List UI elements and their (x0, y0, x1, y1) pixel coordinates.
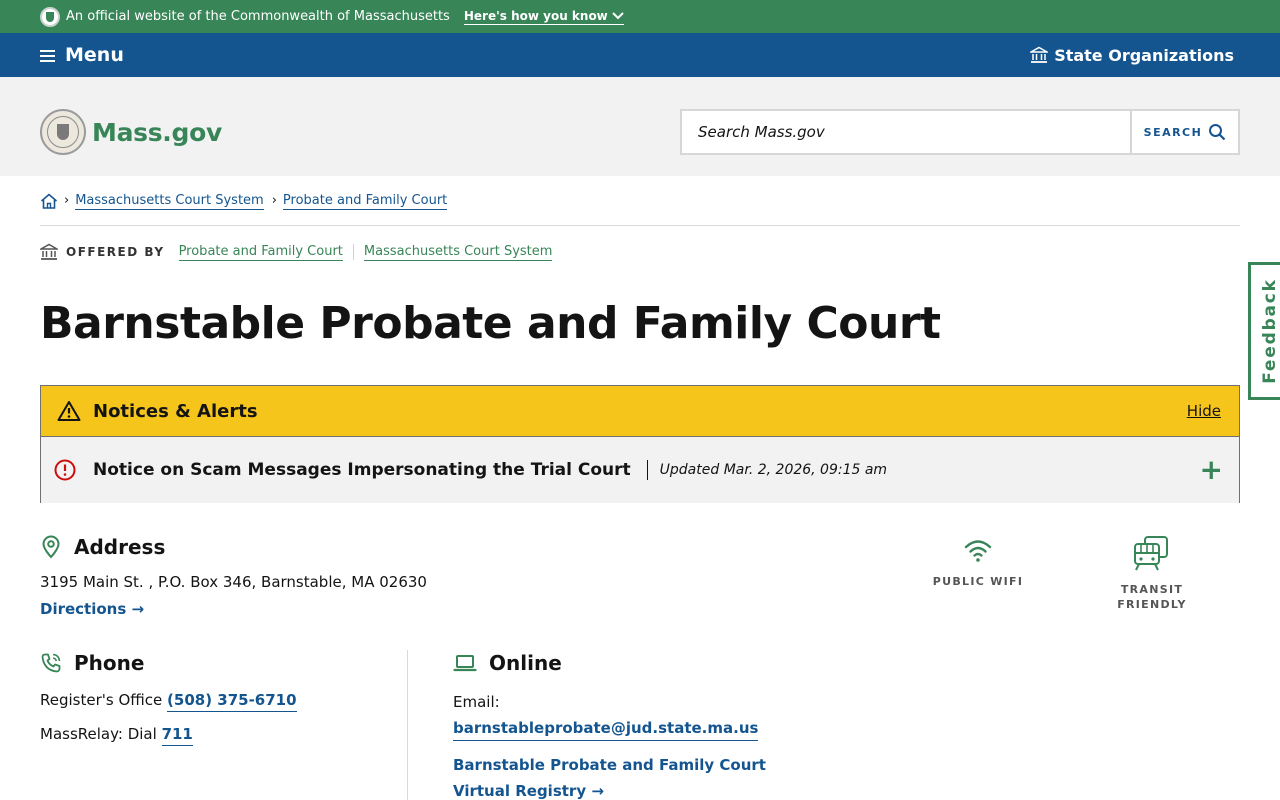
building-icon (40, 243, 58, 260)
address-section: Address 3195 Main St. , P.O. Box 346, Ba… (40, 535, 427, 618)
divider (646, 460, 648, 480)
menu-label: Menu (65, 44, 124, 66)
top-nav-bar: Menu State Organizations (0, 33, 1280, 77)
address-heading: Address (40, 535, 427, 559)
directions-link[interactable]: Directions → (40, 600, 144, 618)
feedback-label: Feedback (1259, 278, 1280, 384)
logo-text: Mass.gov (92, 117, 222, 147)
email-label: Email: (453, 693, 500, 711)
alert-title[interactable]: Notice on Scam Messages Impersonating th… (93, 460, 631, 480)
menu-button[interactable]: Menu (40, 44, 124, 66)
phone-label: MassRelay: Dial (40, 725, 162, 743)
heres-how-you-know-label: Here's how you know (463, 8, 608, 23)
alert-circle-icon (54, 459, 76, 481)
phone-link-massrelay[interactable]: 711 (161, 725, 193, 746)
official-site-text: An official website of the Commonwealth … (66, 9, 450, 24)
divider (352, 244, 354, 260)
alerts-title: Notices & Alerts (93, 400, 258, 422)
transit-icon (1134, 536, 1168, 571)
virtual-registry-link[interactable]: Barnstable Probate and Family Court Virt… (453, 752, 773, 800)
search-icon (1209, 124, 1226, 141)
offered-by-link-probate-family-court[interactable]: Probate and Family Court (178, 244, 343, 261)
chevron-right-icon: › (271, 193, 277, 208)
amenity-label: PUBLIC WIFI (932, 575, 1024, 588)
email-link[interactable]: barnstableprobate@jud.state.ma.us (453, 719, 759, 741)
section-divider (407, 650, 408, 800)
location-pin-icon (42, 535, 60, 559)
hide-alerts-button[interactable]: Hide (1187, 402, 1221, 420)
massgov-logo-link[interactable]: Mass.gov (40, 109, 222, 155)
home-icon[interactable] (40, 193, 58, 209)
address-heading-text: Address (74, 535, 166, 559)
search-form: SEARCH (680, 109, 1240, 155)
search-button[interactable]: SEARCH (1130, 111, 1238, 153)
offered-by-label: OFFERED BY (66, 245, 165, 259)
phone-row-registers-office: Register's Office (508) 375-6710 (40, 691, 297, 712)
breadcrumb: › Massachusetts Court System › Probate a… (40, 193, 1240, 226)
expand-alert-button[interactable]: + (1200, 456, 1223, 484)
alert-item[interactable]: Notice on Scam Messages Impersonating th… (41, 437, 1239, 503)
notices-alerts: Notices & Alerts Hide Notice on Scam Mes… (40, 385, 1240, 503)
breadcrumb-link-probate-family-court[interactable]: Probate and Family Court (282, 193, 448, 210)
chevron-right-icon: › (64, 193, 70, 208)
site-header: Mass.gov SEARCH (0, 77, 1280, 176)
phone-link-registers-office[interactable]: (508) 375-6710 (167, 691, 297, 712)
phone-row-massrelay: MassRelay: Dial 711 (40, 725, 297, 746)
amenity-label: TRANSIT FRIENDLY (1117, 583, 1187, 611)
amenity-public-wifi: PUBLIC WIFI (908, 535, 1048, 590)
seal-mini-icon (40, 6, 60, 27)
laptop-icon (453, 655, 477, 672)
alert-updated-time: Updated Mar. 2, 2026, 09:15 am (659, 462, 888, 478)
offered-by-link-court-system[interactable]: Massachusetts Court System (363, 244, 553, 261)
phone-heading: Phone (40, 651, 297, 675)
online-section: Online Email: barnstableprobate@jud.stat… (453, 651, 773, 800)
alerts-header: Notices & Alerts Hide (41, 386, 1239, 437)
phone-label: Register's Office (40, 691, 168, 709)
feedback-tab[interactable]: Feedback (1248, 262, 1280, 400)
massachusetts-seal-icon (40, 109, 86, 155)
phone-icon (41, 653, 61, 673)
breadcrumb-link-court-system[interactable]: Massachusetts Court System (75, 193, 264, 210)
phone-section: Phone Register's Office (508) 375-6710 M… (40, 651, 297, 746)
amenity-transit-friendly: TRANSIT FRIENDLY (1082, 535, 1222, 613)
building-icon (1030, 46, 1049, 63)
wifi-icon (964, 540, 992, 562)
phone-heading-text: Phone (74, 651, 145, 675)
offered-by: OFFERED BY Probate and Family Court Mass… (40, 243, 553, 261)
online-heading: Online (453, 651, 773, 675)
chevron-down-icon (612, 11, 624, 19)
state-organizations-label: State Organizations (1054, 45, 1234, 65)
heres-how-you-know-button[interactable]: Here's how you know (463, 8, 624, 25)
search-button-label: SEARCH (1143, 125, 1203, 139)
warning-icon (57, 401, 81, 421)
online-heading-text: Online (489, 651, 562, 675)
hamburger-icon (40, 49, 55, 62)
state-organizations-button[interactable]: State Organizations (1030, 46, 1234, 65)
page-title: Barnstable Probate and Family Court (40, 298, 941, 349)
address-line: 3195 Main St. , P.O. Box 346, Barnstable… (40, 573, 427, 591)
search-input[interactable] (682, 111, 1130, 153)
official-site-banner: An official website of the Commonwealth … (0, 0, 1280, 33)
